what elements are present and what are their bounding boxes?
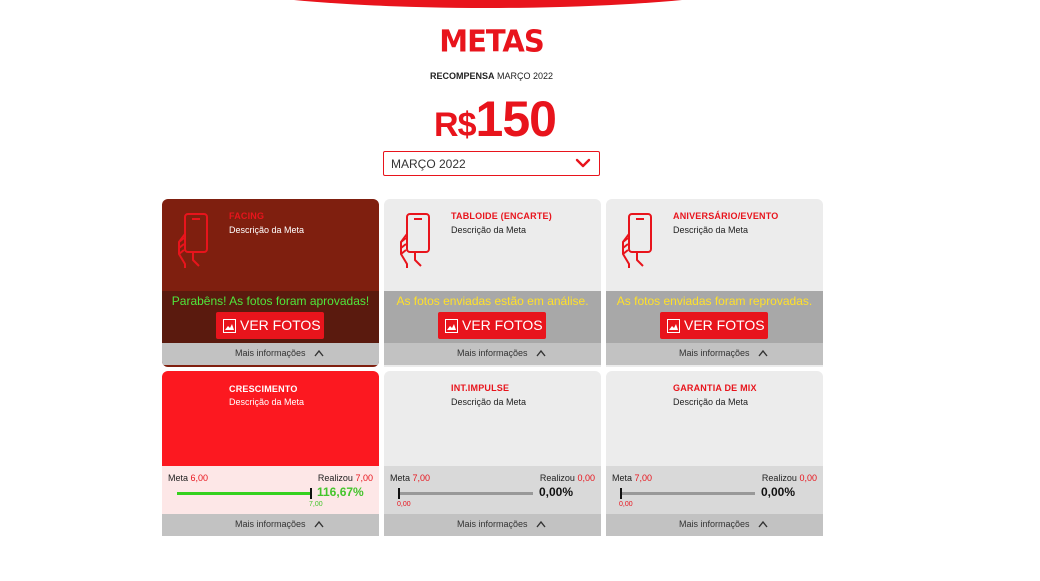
photo-status-panel: As fotos enviadas estão em análise. VER … — [384, 291, 601, 343]
progress-marker-value: 0,00 — [397, 501, 411, 508]
more-info-toggle[interactable]: Mais informações — [162, 343, 379, 365]
more-info-label: Mais informações — [457, 519, 528, 529]
goal-card-facing: FACING Descrição da Meta Parabêns! As fo… — [162, 199, 379, 367]
meta-label: Meta — [612, 473, 633, 483]
card-title: GARANTIA DE MIX — [673, 383, 757, 393]
progress-track — [398, 488, 533, 499]
month-select[interactable]: MARÇO 2022 — [383, 151, 600, 176]
achieved-label: Realizou — [761, 473, 797, 483]
card-title: ANIVERSÁRIO/EVENTO — [673, 211, 779, 221]
achieved-label: Realizou — [317, 473, 353, 483]
progress-marker — [620, 488, 622, 499]
meta-target: Meta 6,00 — [168, 473, 208, 483]
achieved-value: Realizou 0,00 — [762, 473, 817, 483]
more-info-label: Mais informações — [235, 519, 306, 529]
hand-phone-icon — [622, 213, 652, 268]
goal-card-garantia-mix: GARANTIA DE MIX Descrição da Meta Meta 7… — [606, 371, 823, 536]
progress-marker — [310, 488, 312, 499]
achieved-amount: 0,00 — [577, 473, 595, 483]
reward-period: RECOMPENSA MARÇO 2022 — [0, 71, 983, 81]
more-info-label: Mais informações — [235, 348, 306, 358]
view-photos-label: VER FOTOS — [240, 317, 321, 333]
meta-value: 7,00 — [412, 473, 431, 483]
chevron-down-icon — [575, 158, 591, 168]
card-title: INT.IMPULSE — [451, 383, 510, 393]
chevron-up-icon — [758, 349, 768, 357]
month-select-value: MARÇO 2022 — [391, 157, 466, 171]
photo-icon — [667, 319, 680, 333]
progress-marker-value: 0,00 — [619, 501, 633, 508]
progress-percent: 0,00% — [539, 485, 574, 499]
goal-progress-panel: Meta 6,00 Realizou 7,00 116,67% 7,00 — [162, 466, 379, 514]
view-photos-button[interactable]: VER FOTOS — [660, 312, 768, 339]
progress-percent: 0,00% — [761, 485, 796, 499]
more-info-toggle[interactable]: Mais informações — [384, 343, 601, 365]
progress-marker-value: 7,00 — [309, 501, 323, 508]
photo-status-panel: As fotos enviadas foram reprovadas. VER … — [606, 291, 823, 343]
meta-target: Meta 7,00 — [390, 473, 430, 483]
goal-progress-panel: Meta 7,00 Realizou 0,00 0,00% 0,00 — [384, 466, 601, 514]
goal-card-aniversario: ANIVERSÁRIO/EVENTO Descrição da Meta As … — [606, 199, 823, 367]
achieved-value: Realizou 0,00 — [540, 473, 595, 483]
page-title: METAS — [439, 23, 545, 59]
photo-status-text: As fotos enviadas estão em análise. — [396, 294, 589, 308]
meta-target: Meta 7,00 — [612, 473, 652, 483]
view-photos-button[interactable]: VER FOTOS — [216, 312, 324, 339]
view-photos-label: VER FOTOS — [684, 317, 765, 333]
card-title: TABLOIDE (ENCARTE) — [451, 211, 552, 221]
more-info-toggle[interactable]: Mais informações — [606, 514, 823, 536]
photo-status-panel: Parabêns! As fotos foram aprovadas! VER … — [162, 291, 379, 343]
card-description: Descrição da Meta — [451, 225, 527, 235]
meta-value: 6,00 — [190, 473, 209, 483]
goal-progress-panel: Meta 7,00 Realizou 0,00 0,00% 0,00 — [606, 466, 823, 514]
card-description: Descrição da Meta — [673, 225, 749, 235]
chevron-up-icon — [314, 520, 324, 528]
card-title: CRESCIMENTO — [229, 384, 298, 394]
hand-phone-icon — [178, 213, 208, 268]
meta-label: Meta — [168, 473, 189, 483]
photo-status-text: As fotos enviadas foram reprovadas. — [616, 294, 813, 308]
reward-label: RECOMPENSA — [429, 71, 495, 81]
hand-phone-icon — [400, 213, 430, 268]
currency-symbol: R$ — [434, 106, 476, 144]
chevron-up-icon — [536, 349, 546, 357]
more-info-label: Mais informações — [679, 348, 750, 358]
photo-icon — [445, 319, 458, 333]
card-title: FACING — [229, 211, 265, 221]
card-description: Descrição da Meta — [229, 225, 305, 235]
chevron-up-icon — [758, 520, 768, 528]
card-description: Descrição da Meta — [451, 397, 527, 407]
photo-status-text: Parabêns! As fotos foram aprovadas! — [171, 294, 370, 308]
reward-month: MARÇO 2022 — [497, 71, 554, 81]
photo-icon — [223, 319, 236, 333]
achieved-label: Realizou — [539, 473, 575, 483]
achieved-amount: 7,00 — [355, 473, 373, 483]
progress-percent: 116,67% — [317, 485, 364, 499]
meta-value: 7,00 — [634, 473, 653, 483]
goal-card-int-impulse: INT.IMPULSE Descrição da Meta Meta 7,00 … — [384, 371, 601, 536]
card-description: Descrição da Meta — [229, 397, 305, 407]
goal-card-tabloide: TABLOIDE (ENCARTE) Descrição da Meta As … — [384, 199, 601, 367]
progress-fill — [177, 492, 311, 495]
achieved-value: Realizou 7,00 — [318, 473, 373, 483]
header-arc — [172, 0, 804, 8]
chevron-up-icon — [314, 349, 324, 357]
meta-label: Meta — [390, 473, 411, 483]
progress-track — [177, 488, 312, 499]
amount-value: 150 — [475, 91, 557, 147]
progress-track — [620, 488, 755, 499]
progress-marker — [398, 488, 400, 499]
achieved-amount: 0,00 — [799, 473, 817, 483]
view-photos-button[interactable]: VER FOTOS — [438, 312, 546, 339]
more-info-toggle[interactable]: Mais informações — [384, 514, 601, 536]
view-photos-label: VER FOTOS — [462, 317, 543, 333]
more-info-toggle[interactable]: Mais informações — [162, 514, 379, 536]
card-description: Descrição da Meta — [673, 397, 749, 407]
goal-card-crescimento: CRESCIMENTO Descrição da Meta Meta 6,00 … — [162, 371, 379, 536]
chevron-up-icon — [536, 520, 546, 528]
more-info-label: Mais informações — [457, 348, 528, 358]
reward-amount: R$150 — [0, 90, 990, 148]
more-info-toggle[interactable]: Mais informações — [606, 343, 823, 365]
more-info-label: Mais informações — [679, 519, 750, 529]
